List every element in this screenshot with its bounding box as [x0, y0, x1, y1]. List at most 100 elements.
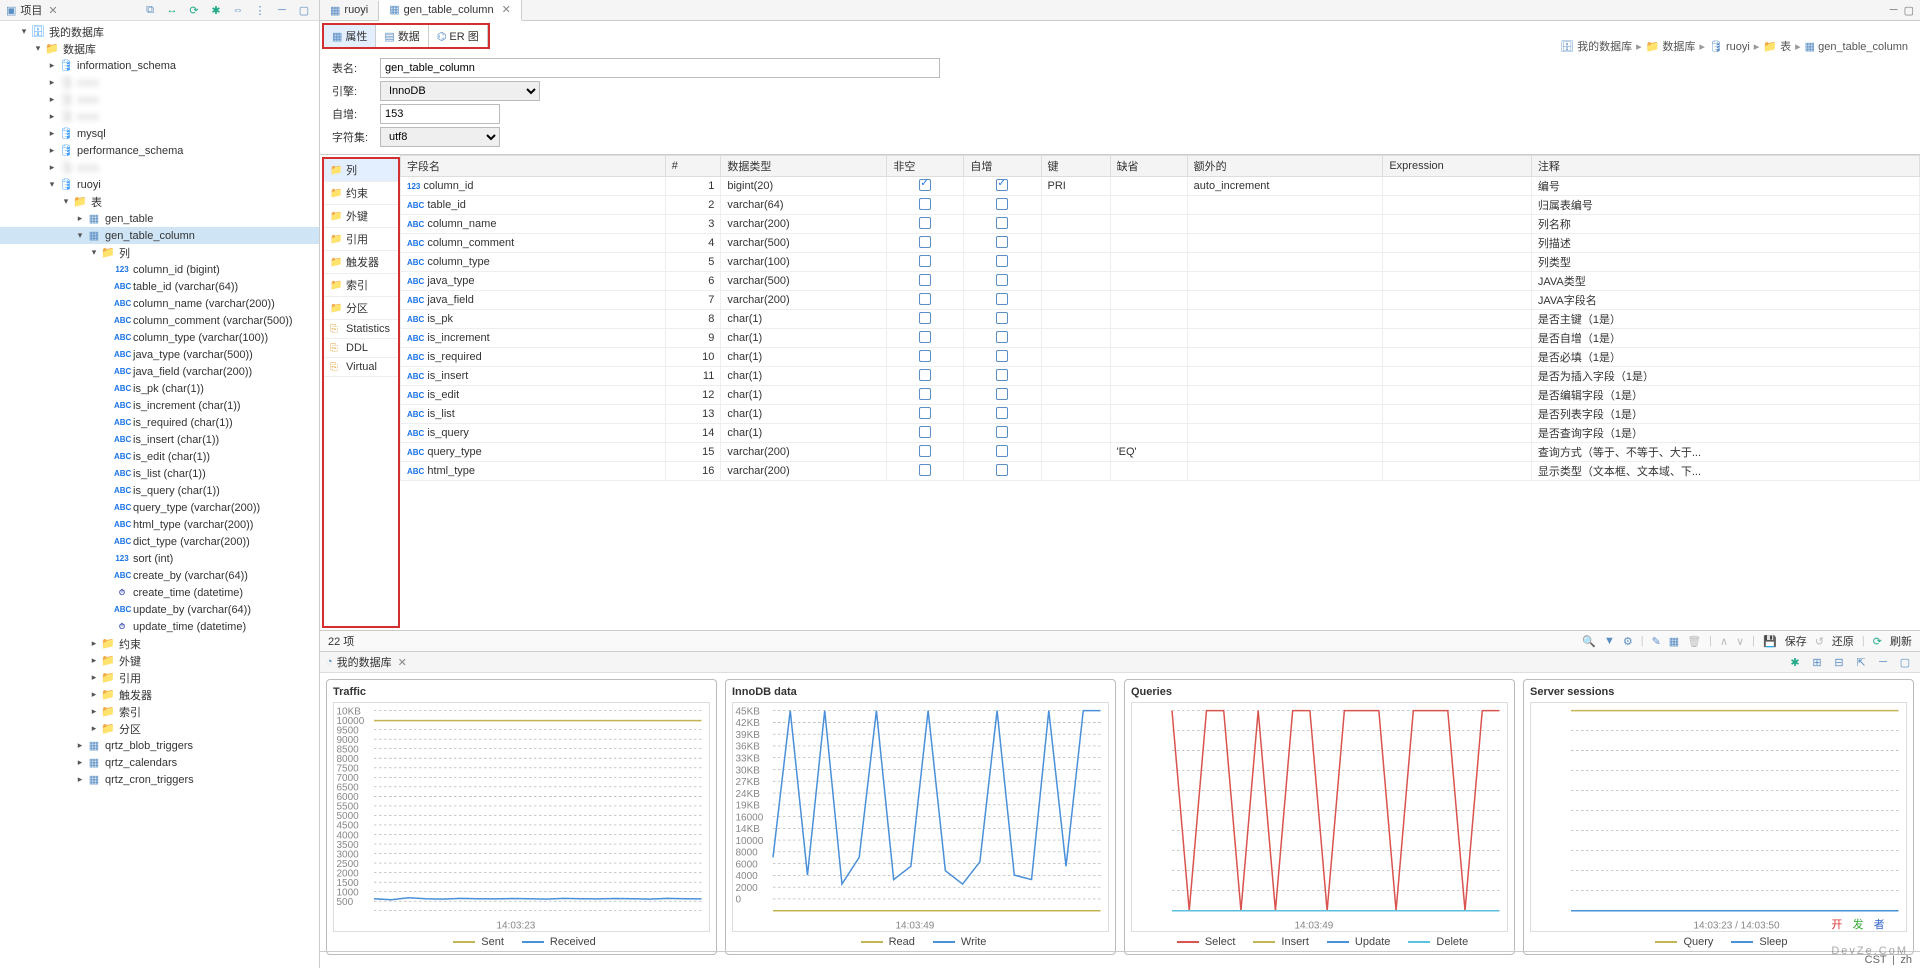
tree-node[interactable]: ▸🛢xxxx	[0, 91, 319, 108]
section-nav-item[interactable]: 📁约束	[324, 182, 398, 205]
tree-node[interactable]: ABCupdate_by (varchar(64))	[0, 601, 319, 618]
section-nav-item[interactable]: ⎘Virtual	[324, 358, 398, 377]
table-row[interactable]: ABCis_list13char(1)是否列表字段（1是）	[401, 405, 1920, 424]
settings-icon[interactable]: ✱	[207, 2, 225, 18]
project-tree[interactable]: ▾🗄我的数据库▾📁数据库▸🛢information_schema▸🛢xxxx▸🛢…	[0, 21, 319, 968]
dash-layout2-icon[interactable]: ⊟	[1830, 654, 1848, 670]
min-icon[interactable]: ─	[273, 2, 291, 18]
inner-tab[interactable]: ▤数据	[376, 25, 428, 47]
column-header[interactable]: 数据类型	[721, 156, 887, 177]
delete-icon[interactable]: 🗑	[1687, 635, 1701, 648]
column-header[interactable]: 自增	[964, 156, 1041, 177]
tree-node[interactable]: ▾▦gen_table_column	[0, 227, 319, 244]
dash-max-icon[interactable]: ▢	[1896, 654, 1914, 670]
column-header[interactable]: 非空	[887, 156, 964, 177]
tree-node[interactable]: ABCis_insert (char(1))	[0, 431, 319, 448]
breadcrumb-item[interactable]: 🗄 我的数据库	[1560, 38, 1632, 54]
refresh-icon[interactable]: ⟳	[1873, 635, 1882, 648]
tree-node[interactable]: ABCis_list (char(1))	[0, 465, 319, 482]
search-icon[interactable]: 🔍	[1582, 635, 1596, 648]
editor-tab[interactable]: ▦ruoyi	[320, 1, 379, 20]
tree-node[interactable]: ⏱create_time (datetime)	[0, 584, 319, 601]
section-nav-item[interactable]: 📁触发器	[324, 251, 398, 274]
close-view-icon[interactable]: ✕	[48, 4, 57, 17]
column-header[interactable]: 缺省	[1110, 156, 1187, 177]
column-header[interactable]: 键	[1041, 156, 1110, 177]
column-header[interactable]: 注释	[1531, 156, 1919, 177]
revert-icon[interactable]: ↺	[1815, 635, 1824, 648]
table-row[interactable]: ABCis_increment9char(1)是否自增（1是）	[401, 329, 1920, 348]
chart-area[interactable]: 45KB42KB39KB36KB33KB30KB27KB24KB19KB1600…	[732, 702, 1109, 932]
table-row[interactable]: ABCis_required10char(1)是否必填（1是）	[401, 348, 1920, 367]
table-row[interactable]: ABCis_pk8char(1)是否主键（1是）	[401, 310, 1920, 329]
editor-tab[interactable]: ▦gen_table_column✕	[379, 0, 522, 21]
inner-tab[interactable]: ⌬ER 图	[429, 25, 488, 47]
autoinc-input[interactable]	[380, 104, 500, 124]
section-nav-item[interactable]: 📁分区	[324, 297, 398, 320]
column-header[interactable]: Expression	[1383, 156, 1532, 177]
dash-export-icon[interactable]: ⇱	[1852, 654, 1870, 670]
collapse-icon[interactable]: ⇔	[229, 2, 247, 18]
column-header[interactable]: #	[665, 156, 721, 177]
dash-min-icon[interactable]: ─	[1874, 654, 1892, 670]
tree-node[interactable]: ABCcolumn_name (varchar(200))	[0, 295, 319, 312]
section-nav-item[interactable]: 📁引用	[324, 228, 398, 251]
section-nav-item[interactable]: 📁外键	[324, 205, 398, 228]
chart-area[interactable]: 14:03:49	[1131, 702, 1508, 932]
charset-select[interactable]: utf8	[380, 127, 500, 147]
columns-grid[interactable]: 字段名#数据类型非空自增键缺省额外的Expression注释 123column…	[400, 155, 1920, 481]
tree-node[interactable]: ▸▦gen_table	[0, 210, 319, 227]
tree-node[interactable]: ▸🛢performance_schema	[0, 142, 319, 159]
link-with-editor-icon[interactable]: ⧉	[141, 2, 159, 18]
dash-layout1-icon[interactable]: ⊞	[1808, 654, 1826, 670]
tree-node[interactable]: ▸📁分区	[0, 720, 319, 737]
breadcrumb-item[interactable]: 📁 数据库	[1646, 38, 1696, 54]
tree-node[interactable]: ▸📁引用	[0, 669, 319, 686]
breadcrumb-item[interactable]: ▦ gen_table_column	[1805, 40, 1908, 53]
tree-node[interactable]: ▸🛢xxxx	[0, 159, 319, 176]
table-row[interactable]: ABCcolumn_name3varchar(200)列名称	[401, 215, 1920, 234]
tree-node[interactable]: ▾🗄我的数据库	[0, 23, 319, 40]
table-row[interactable]: ABCcolumn_type5varchar(100)列类型	[401, 253, 1920, 272]
column-header[interactable]: 字段名	[401, 156, 666, 177]
tree-node[interactable]: ▾📁列	[0, 244, 319, 261]
down-icon[interactable]: ∨	[1736, 635, 1744, 648]
table-row[interactable]: ABCtable_id2varchar(64)归属表编号	[401, 196, 1920, 215]
table-row[interactable]: ABCis_edit12char(1)是否编辑字段（1是）	[401, 386, 1920, 405]
tree-node[interactable]: ABCis_query (char(1))	[0, 482, 319, 499]
tree-node[interactable]: 123column_id (bigint)	[0, 261, 319, 278]
tree-node[interactable]: ▸🛢xxxx	[0, 74, 319, 91]
new-row-icon[interactable]: ▦	[1669, 635, 1679, 648]
close-icon[interactable]: ✕	[502, 3, 511, 16]
section-nav-item[interactable]: 📁列	[324, 159, 398, 182]
chart-area[interactable]: 14:03:23 / 14:03:50	[1530, 702, 1907, 932]
tree-node[interactable]: ▸▦qrtz_calendars	[0, 754, 319, 771]
minimize-editor-icon[interactable]: ─	[1890, 4, 1898, 17]
tree-node[interactable]: ▸📁约束	[0, 635, 319, 652]
tree-node[interactable]: ▸🛢information_schema	[0, 57, 319, 74]
table-row[interactable]: ABCis_insert11char(1)是否为插入字段（1是）	[401, 367, 1920, 386]
tree-node[interactable]: ▾📁数据库	[0, 40, 319, 57]
max-icon[interactable]: ▢	[295, 2, 313, 18]
tree-node[interactable]: ▸📁外键	[0, 652, 319, 669]
close-dashboard-icon[interactable]: ✕	[398, 656, 407, 669]
section-nav-item[interactable]: 📁索引	[324, 274, 398, 297]
tree-node[interactable]: 123sort (int)	[0, 550, 319, 567]
engine-select[interactable]: InnoDB	[380, 81, 540, 101]
section-nav-item[interactable]: ⎘Statistics	[324, 320, 398, 339]
tree-node[interactable]: ABCis_pk (char(1))	[0, 380, 319, 397]
tree-node[interactable]: ABCquery_type (varchar(200))	[0, 499, 319, 516]
section-nav-item[interactable]: ⎘DDL	[324, 339, 398, 358]
maximize-editor-icon[interactable]: ▢	[1904, 4, 1914, 17]
tree-node[interactable]: ▸▦qrtz_cron_triggers	[0, 771, 319, 788]
tree-node[interactable]: ▸🛢xxxx	[0, 108, 319, 125]
tree-node[interactable]: ABCdict_type (varchar(200))	[0, 533, 319, 550]
tree-node[interactable]: ABCjava_field (varchar(200))	[0, 363, 319, 380]
tree-node[interactable]: ▾📁表	[0, 193, 319, 210]
dash-gear-icon[interactable]: ✱	[1786, 654, 1804, 670]
tree-node[interactable]: ▸▦qrtz_blob_triggers	[0, 737, 319, 754]
table-name-input[interactable]	[380, 58, 940, 78]
chart-area[interactable]: 10KB100009500900085008000750070006500600…	[333, 702, 710, 932]
table-row[interactable]: ABChtml_type16varchar(200)显示类型（文本框、文本域、下…	[401, 462, 1920, 481]
breadcrumb-item[interactable]: 📁 表	[1763, 38, 1791, 54]
